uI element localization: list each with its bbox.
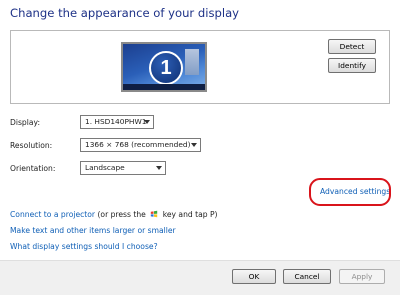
display-settings-help-link[interactable]: What display settings should I choose?	[10, 242, 158, 251]
dropdown-arrow-icon	[191, 143, 197, 147]
cancel-button[interactable]: Cancel	[283, 269, 331, 284]
display-label: Display:	[10, 118, 40, 127]
orientation-label: Orientation:	[10, 164, 56, 173]
desktop-gadgets	[185, 49, 199, 75]
dropdown-arrow-icon	[156, 166, 162, 170]
display-preview-panel: 1 Detect Identify	[10, 30, 390, 104]
red-highlight-oval	[309, 178, 391, 206]
resolution-dropdown-value: 1366 × 768 (recommended)	[85, 140, 191, 149]
orientation-dropdown[interactable]: Landscape	[80, 161, 166, 175]
display-dropdown-value: 1. HSD140PHW1	[85, 117, 147, 126]
identify-button[interactable]: Identify	[328, 58, 376, 73]
connect-projector-link[interactable]: Connect to a projector	[10, 210, 95, 219]
monitor-thumbnail[interactable]: 1	[121, 42, 207, 92]
detect-button[interactable]: Detect	[328, 39, 376, 54]
orientation-dropdown-value: Landscape	[85, 163, 125, 172]
monitor-number-badge: 1	[149, 51, 183, 85]
page-title: Change the appearance of your display	[10, 6, 240, 20]
apply-button[interactable]: Apply	[339, 269, 385, 284]
display-dropdown[interactable]: 1. HSD140PHW1	[80, 115, 154, 129]
ok-button[interactable]: OK	[232, 269, 276, 284]
dropdown-arrow-icon	[144, 120, 150, 124]
monitor-taskbar	[123, 84, 205, 90]
projector-line: Connect to a projector (or press the key…	[10, 210, 218, 219]
text-size-link[interactable]: Make text and other items larger or smal…	[10, 226, 176, 235]
resolution-dropdown[interactable]: 1366 × 768 (recommended)	[80, 138, 201, 152]
projector-hint-before: (or press the	[97, 210, 146, 219]
resolution-label: Resolution:	[10, 141, 53, 150]
windows-key-icon	[151, 210, 158, 218]
projector-hint-after: key and tap P)	[162, 210, 218, 219]
